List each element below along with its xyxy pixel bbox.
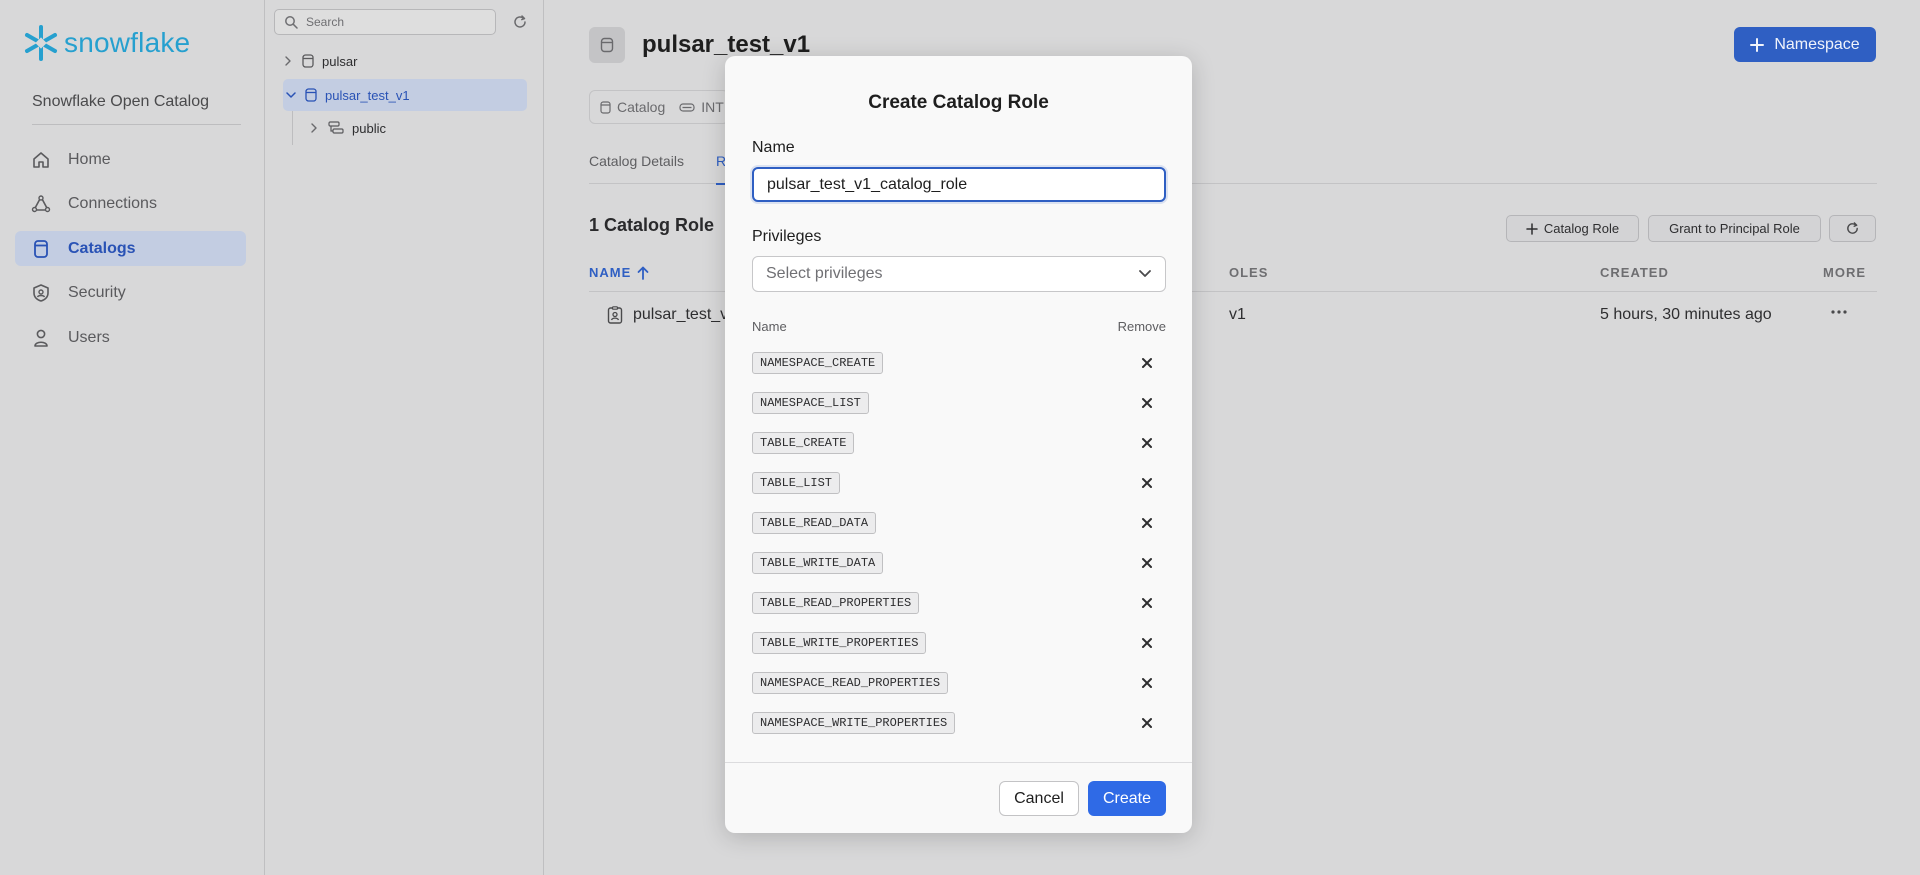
remove-privilege-button[interactable]: [1136, 432, 1158, 454]
remove-privilege-button[interactable]: [1136, 552, 1158, 574]
name-label: Name: [752, 139, 795, 156]
create-button[interactable]: Create: [1088, 781, 1166, 816]
close-icon: [1142, 718, 1152, 728]
close-icon: [1142, 438, 1152, 448]
chevron-down-icon: [1139, 270, 1151, 277]
cancel-button[interactable]: Cancel: [999, 781, 1079, 816]
privilege-tag: TABLE_WRITE_DATA: [752, 552, 884, 574]
close-icon: [1142, 678, 1152, 688]
privilege-row: TABLE_LIST: [752, 472, 1166, 496]
privilege-tag: NAMESPACE_READ_PROPERTIES: [752, 672, 949, 694]
privilege-row: NAMESPACE_CREATE: [752, 352, 1166, 376]
close-icon: [1142, 518, 1152, 528]
remove-privilege-button[interactable]: [1136, 392, 1158, 414]
dialog-title: Create Catalog Role: [868, 92, 1049, 113]
privilege-row: TABLE_WRITE_DATA: [752, 552, 1166, 576]
remove-privilege-button[interactable]: [1136, 712, 1158, 734]
close-icon: [1142, 398, 1152, 408]
privileges-label: Privileges: [752, 228, 822, 245]
privilege-tag: NAMESPACE_WRITE_PROPERTIES: [752, 712, 956, 734]
list-header-remove: Remove: [1117, 319, 1166, 334]
privilege-row: TABLE_READ_DATA: [752, 512, 1166, 536]
remove-privilege-button[interactable]: [1136, 592, 1158, 614]
privilege-row: TABLE_CREATE: [752, 432, 1166, 456]
privilege-row: NAMESPACE_LIST: [752, 392, 1166, 416]
privilege-tag: NAMESPACE_CREATE: [752, 352, 884, 374]
privileges-select[interactable]: Select privileges: [752, 256, 1166, 292]
privileges-list-header: Name Remove: [752, 319, 1166, 334]
remove-privilege-button[interactable]: [1136, 352, 1158, 374]
close-icon: [1142, 358, 1152, 368]
remove-privilege-button[interactable]: [1136, 512, 1158, 534]
close-icon: [1142, 638, 1152, 648]
privilege-tag: TABLE_READ_PROPERTIES: [752, 592, 920, 614]
close-icon: [1142, 598, 1152, 608]
privilege-tag: TABLE_CREATE: [752, 432, 855, 454]
privilege-row: TABLE_WRITE_PROPERTIES: [752, 632, 1166, 656]
role-name-input[interactable]: [752, 167, 1166, 202]
close-icon: [1142, 558, 1152, 568]
create-catalog-role-dialog: Create Catalog Role Name Privileges Sele…: [725, 56, 1192, 833]
privilege-tag: TABLE_READ_DATA: [752, 512, 877, 534]
privilege-tag: TABLE_WRITE_PROPERTIES: [752, 632, 927, 654]
remove-privilege-button[interactable]: [1136, 472, 1158, 494]
privilege-row: NAMESPACE_WRITE_PROPERTIES: [752, 712, 1166, 736]
dialog-footer-divider: [725, 762, 1192, 763]
privilege-row: TABLE_READ_PROPERTIES: [752, 592, 1166, 616]
privilege-tag: NAMESPACE_LIST: [752, 392, 869, 414]
list-header-name: Name: [752, 319, 787, 334]
remove-privilege-button[interactable]: [1136, 632, 1158, 654]
select-placeholder: Select privileges: [766, 265, 883, 282]
close-icon: [1142, 478, 1152, 488]
privilege-row: NAMESPACE_READ_PROPERTIES: [752, 672, 1166, 696]
remove-privilege-button[interactable]: [1136, 672, 1158, 694]
privilege-tag: TABLE_LIST: [752, 472, 841, 494]
